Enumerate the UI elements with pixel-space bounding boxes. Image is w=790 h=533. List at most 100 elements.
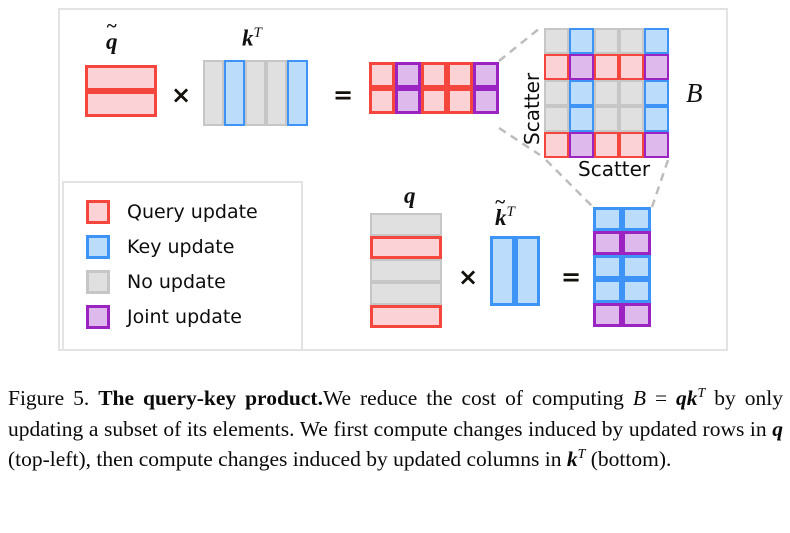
caption-math-q: q [676,386,687,410]
matrix-cell [593,279,622,303]
matrix-cell [203,60,224,126]
caption-math-B: B [632,386,646,410]
matrix-cell [594,132,619,158]
matrix-cell [594,54,619,80]
matrix-cell [569,54,594,80]
matrix-cell [245,60,266,126]
matrix-cell [395,88,421,114]
matrix-cell [644,132,669,158]
matrix-cell [594,28,619,54]
caption-math-k2: k [566,447,578,472]
matrix-cell [370,305,442,328]
matrix-cell [544,132,569,158]
matrix-cell [544,28,569,54]
matrix-cell [644,54,669,80]
matrix-bottom-result [593,207,651,327]
matrix-cell [569,28,594,54]
operator-times-bottom: × [458,263,479,291]
matrix-cell [544,54,569,80]
matrix-cell [622,279,651,303]
matrix-cell [473,62,499,88]
caption-text-1: We reduce the cost of computing [322,386,633,410]
label-q-plain: q [404,183,416,208]
matrix-q-tilde [85,65,157,117]
matrix-cell [593,255,622,279]
matrix-cell [490,236,515,306]
legend-swatch-joint-icon [86,305,110,329]
caption-title: The query-key product. [98,386,323,410]
legend-label: No update [127,270,226,293]
figure-root: ~ q × kT = B Scatter Scatter q × ~ kT = … [0,0,790,533]
legend-item-no-update: No update [86,268,258,296]
matrix-cell [473,88,499,114]
matrix-cell [594,106,619,132]
legend-swatch-key-icon [86,235,110,259]
matrix-cell [593,231,622,255]
label-B-matrix: B [686,78,703,108]
matrix-cell [370,236,442,259]
matrix-cell [593,207,622,231]
matrix-cell [619,132,644,158]
matrix-cell [619,28,644,54]
operator-equals-top: = [333,81,354,109]
matrix-cell [395,62,421,88]
matrix-cell [619,106,644,132]
matrix-cell [287,60,308,126]
caption-math-k: k [686,386,698,410]
matrix-cell [85,91,157,117]
caption-math-q2: q [772,416,783,441]
figure-caption: Figure 5. The query-key product.We reduc… [8,383,783,475]
matrix-cell [266,60,287,126]
caption-text-4: (bottom). [585,447,672,472]
matrix-cell [370,282,442,305]
legend-label: Query update [127,200,258,223]
matrix-cell [569,132,594,158]
legend-item-key-update: Key update [86,233,258,261]
matrix-cell [447,62,473,88]
caption-math-equals: = [646,386,677,410]
matrix-cell [619,80,644,106]
matrix-cell [369,62,395,88]
matrix-top-result [369,62,499,114]
matrix-cell [447,88,473,114]
matrix-cell [544,106,569,132]
matrix-cell [622,207,651,231]
matrix-cell [619,54,644,80]
operator-equals-bottom: = [561,263,582,291]
legend-label: Key update [127,235,235,258]
caption-text-3: (top-left), then compute changes induced… [8,447,567,472]
legend-box: Query update Key update No update Joint … [62,181,303,351]
matrix-cell [421,62,447,88]
matrix-q [370,213,442,328]
matrix-cell [644,28,669,54]
scatter-label-vertical: Scatter [520,72,544,145]
legend-label: Joint update [127,305,242,328]
matrix-cell [370,259,442,282]
legend-list: Query update Key update No update Joint … [86,198,258,331]
matrix-cell [569,80,594,106]
legend-swatch-query-icon [86,200,110,224]
label-k-tilde-transpose: ~ k T [495,191,515,230]
operator-times-top: × [171,81,192,109]
scatter-label-horizontal: Scatter [578,157,651,181]
label-q-tilde: ~ q [106,16,118,54]
matrix-cell [622,303,651,327]
label-k-transpose: kT [242,25,262,51]
legend-swatch-none-icon [86,270,110,294]
matrix-cell [85,65,157,91]
matrix-cell [593,303,622,327]
matrix-k-tilde-transpose [490,236,540,306]
caption-figure-number: Figure 5. [8,386,90,410]
matrix-cell [421,88,447,114]
matrix-cell [544,80,569,106]
legend-item-query-update: Query update [86,198,258,226]
matrix-cell [224,60,245,126]
matrix-cell [622,255,651,279]
matrix-cell [594,80,619,106]
matrix-cell [369,88,395,114]
legend-item-joint-update: Joint update [86,303,258,331]
matrix-B [544,28,669,158]
matrix-cell [569,106,594,132]
matrix-cell [644,80,669,106]
matrix-k-transpose [203,60,308,126]
